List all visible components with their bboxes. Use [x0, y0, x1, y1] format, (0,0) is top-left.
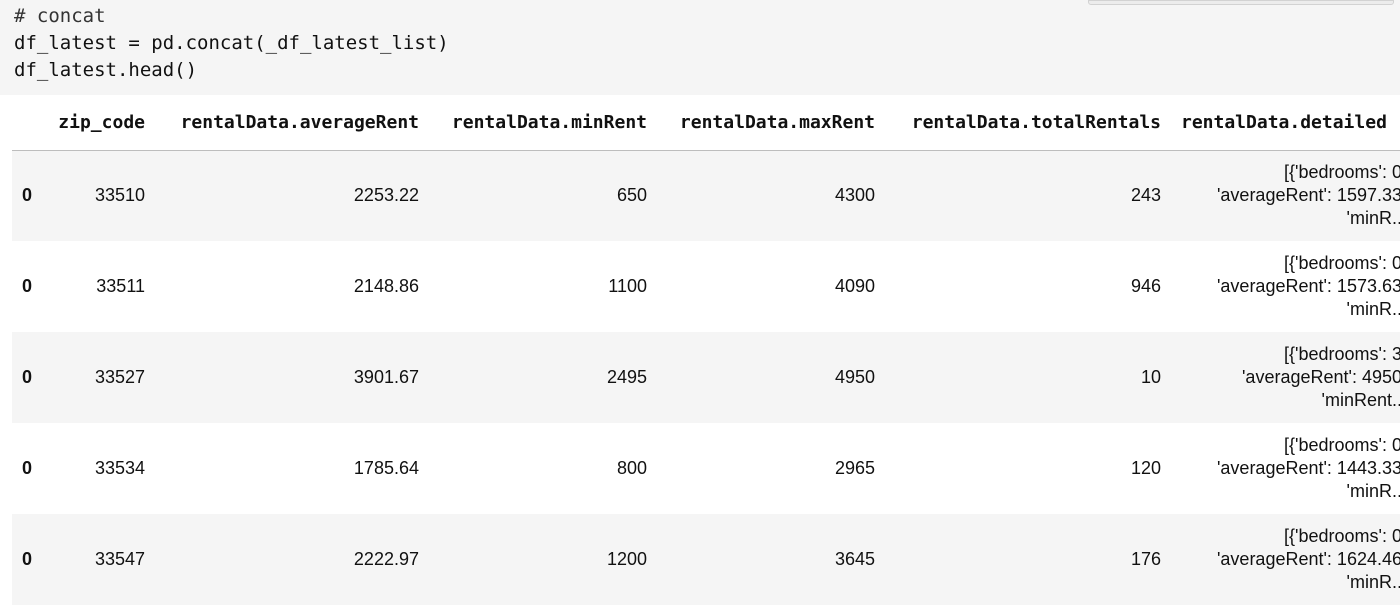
row-index: 0 — [22, 458, 33, 478]
code-line-head: df_latest.head() — [14, 59, 198, 81]
max-rent-cell: 4300 — [834, 185, 875, 206]
detailed-cell: [{'bedrooms': 0, 'averageRent': 1624.46,… — [1161, 514, 1400, 605]
min-rent-cell: 1200 — [606, 549, 647, 569]
detailed-cell: [{'bedrooms': 3, 'averageRent': 4950, 'm… — [1161, 332, 1400, 423]
horizontal-scrollbar[interactable] — [1088, 0, 1394, 5]
column-header-average-rent: rentalData.averageRent — [145, 95, 419, 151]
zip-code-cell: 33547 — [94, 549, 145, 569]
detailed-line: [{'bedrooms': 0, — [1284, 526, 1400, 546]
detailed-line: 'averageRent': 1573.63, — [1216, 276, 1400, 296]
zip-code-cell: 33511 — [96, 276, 145, 296]
detailed-line: 'minRent... — [1321, 390, 1400, 410]
average-rent-cell: 2253.22 — [353, 185, 419, 206]
zip-code-cell: 33510 — [94, 185, 145, 206]
table-row: 0 33527 3901.67 2495 4950 10 [{'bedrooms… — [12, 332, 1400, 423]
table-row: 0 33534 1785.64 800 2965 120 [{'bedrooms… — [12, 423, 1400, 514]
header-row: zip_code rentalData.averageRent rentalDa… — [12, 95, 1400, 151]
notebook-page: # concat df_latest = pd.concat(_df_lates… — [0, 0, 1400, 613]
max-rent-cell: 4090 — [834, 276, 875, 296]
detailed-line: 'averageRent': 4950, — [1242, 367, 1400, 387]
detailed-line: 'minR... — [1346, 572, 1400, 592]
min-rent-cell: 1100 — [608, 276, 647, 296]
row-index: 0 — [22, 549, 33, 569]
dataframe-table: zip_code rentalData.averageRent rentalDa… — [12, 95, 1400, 605]
detailed-cell: [{'bedrooms': 0, 'averageRent': 1573.63,… — [1161, 241, 1400, 332]
detailed-line: 'averageRent': 1624.46, — [1216, 549, 1400, 569]
zip-code-cell: 33527 — [94, 367, 145, 387]
max-rent-cell: 3645 — [834, 549, 875, 569]
min-rent-cell: 650 — [616, 185, 647, 206]
total-rentals-cell: 243 — [1130, 185, 1161, 206]
column-header-min-rent: rentalData.minRent — [419, 95, 647, 151]
code-line-concat: df_latest = pd.concat(_df_latest_list) — [14, 32, 449, 54]
total-rentals-cell: 946 — [1130, 276, 1161, 296]
column-header-total-rentals: rentalData.totalRentals — [875, 95, 1161, 151]
total-rentals-cell: 176 — [1130, 549, 1161, 569]
detailed-line: 'minR... — [1346, 299, 1400, 319]
detailed-line: 'averageRent': 1597.33, — [1216, 185, 1400, 206]
row-index: 0 — [22, 276, 33, 296]
detailed-cell: [{'bedrooms': 0, 'averageRent': 1443.33,… — [1161, 423, 1400, 514]
detailed-cell: [{'bedrooms': 0, 'averageRent': 1597.33,… — [1161, 150, 1400, 241]
column-header-detailed: rentalData.detailed — [1161, 95, 1400, 151]
detailed-line: [{'bedrooms': 3, — [1284, 344, 1400, 364]
detailed-line: [{'bedrooms': 0, — [1284, 435, 1400, 455]
zip-code-cell: 33534 — [94, 458, 145, 478]
column-header-max-rent: rentalData.maxRent — [647, 95, 875, 151]
total-rentals-cell: 10 — [1140, 367, 1161, 387]
min-rent-cell: 800 — [616, 458, 647, 478]
detailed-line: 'averageRent': 1443.33, — [1216, 458, 1400, 478]
max-rent-cell: 4950 — [834, 367, 875, 387]
row-index: 0 — [22, 367, 33, 387]
detailed-line: [{'bedrooms': 0, — [1284, 162, 1400, 183]
code-cell[interactable]: # concat df_latest = pd.concat(_df_lates… — [0, 0, 1400, 95]
table-row: 0 33547 2222.97 1200 3645 176 [{'bedroom… — [12, 514, 1400, 605]
average-rent-cell: 1785.64 — [353, 458, 419, 478]
min-rent-cell: 2495 — [606, 367, 647, 387]
detailed-line: [{'bedrooms': 0, — [1284, 253, 1400, 273]
table-row: 0 33510 2253.22 650 4300 243 [{'bedrooms… — [12, 150, 1400, 241]
detailed-line: 'minR... — [1346, 481, 1400, 501]
average-rent-cell: 2222.97 — [353, 549, 419, 569]
dataframe-output: zip_code rentalData.averageRent rentalDa… — [12, 95, 1400, 613]
column-header-zip-code: zip_code — [54, 95, 145, 151]
index-header — [12, 95, 54, 151]
max-rent-cell: 2965 — [834, 458, 875, 478]
table-row: 0 33511 2148.86 1100 4090 946 [{'bedroom… — [12, 241, 1400, 332]
average-rent-cell: 3901.67 — [353, 367, 419, 387]
code-line-comment: # concat — [14, 5, 106, 27]
total-rentals-cell: 120 — [1130, 458, 1161, 478]
average-rent-cell: 2148.86 — [353, 276, 419, 296]
detailed-line: 'minR... — [1346, 208, 1400, 229]
row-index: 0 — [22, 185, 33, 206]
